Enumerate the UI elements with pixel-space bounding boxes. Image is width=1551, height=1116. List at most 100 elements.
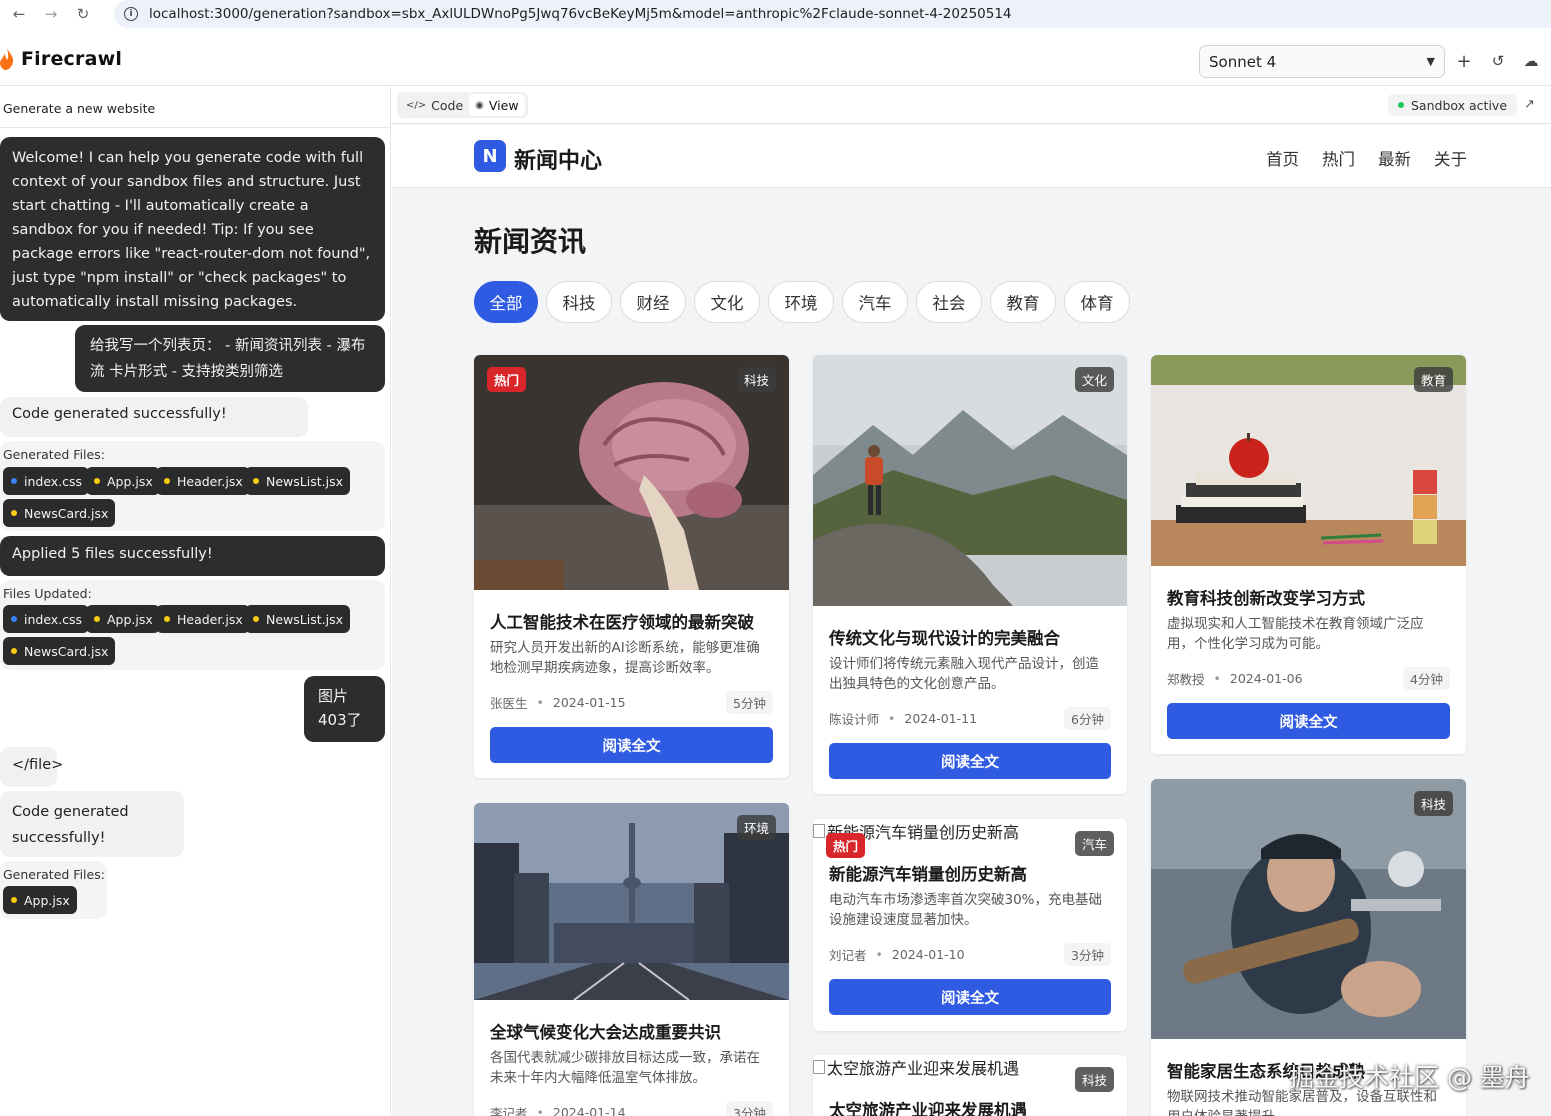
news-card-title[interactable]: 传统文化与现代设计的完美融合 (829, 625, 1060, 649)
browser-toolbar: ← → ↻ i localhost:3000/generation?sandbo… (0, 0, 1551, 28)
file-chip[interactable]: Header.jsx (156, 467, 250, 495)
news-card-title[interactable]: 全球气候变化大会达成重要共识 (490, 1019, 721, 1043)
dot-icon (11, 897, 17, 903)
file-name: index.css (24, 611, 83, 627)
filter-tech[interactable]: 科技 (546, 281, 612, 323)
date: 2024-01-06 (1229, 670, 1303, 686)
author: 张医生 (490, 695, 528, 711)
nav-link-about[interactable]: 关于 (1434, 146, 1467, 170)
site-info-icon[interactable]: i (124, 7, 138, 21)
news-card-summary: 设计师们将传统元素融入现代产品设计，创造出独具特色的文化创意产品。 (829, 656, 1099, 692)
file-chip[interactable]: App.jsx (86, 605, 160, 633)
dot-icon (11, 648, 17, 654)
refresh-icon[interactable]: ↺ (1488, 51, 1508, 71)
read-more-button[interactable]: 阅读全文 (829, 979, 1111, 1015)
filter-society[interactable]: 社会 (916, 281, 982, 323)
file-chip[interactable]: App.jsx (86, 467, 160, 495)
read-more-button[interactable]: 阅读全文 (829, 743, 1111, 779)
site-header: N 新闻中心 首页 热门 最新 关于 (392, 125, 1551, 188)
news-card-meta: 张医生 • 2024-01-15 5分钟 (490, 690, 773, 714)
chevron-down-icon: ▼ (1426, 55, 1435, 68)
nav-link-latest[interactable]: 最新 (1378, 146, 1411, 170)
assistant-welcome-message: Welcome! I can help you generate code wi… (0, 137, 385, 321)
filter-environment[interactable]: 环境 (768, 281, 834, 323)
file-chip[interactable]: NewsCard.jsx (3, 499, 116, 527)
brand-logo[interactable]: N (474, 140, 506, 172)
separator-dot: • (888, 710, 896, 726)
dot-icon (11, 510, 17, 516)
filter-auto[interactable]: 汽车 (842, 281, 908, 323)
forward-arrow-icon[interactable]: → (38, 1, 64, 27)
model-select-value: Sonnet 4 (1209, 52, 1277, 71)
cloud-download-icon[interactable]: ☁ (1521, 51, 1541, 71)
author: 郑教授 (1167, 671, 1205, 687)
model-select[interactable]: Sonnet 4 ▼ (1199, 45, 1445, 78)
address-bar[interactable]: i localhost:3000/generation?sandbox=sbx_… (114, 0, 1551, 28)
news-card[interactable]: 新能源汽车销量创历史新高 热门 汽车 新能源汽车销量创历史新高 电动汽车市场渗透… (813, 819, 1127, 1031)
filter-culture[interactable]: 文化 (694, 281, 760, 323)
generated-files-label: Generated Files: (3, 447, 105, 462)
nav-link-hot[interactable]: 热门 (1322, 146, 1355, 170)
news-card-summary: 研究人员开发出新的AI诊断系统，能够更准确地检测早期疾病迹象，提高诊断效率。 (490, 640, 760, 676)
news-card[interactable]: 文化 传统文化与现代设计的完美融合 设计师们将传统元素融入现代产品设计，创造出独… (813, 355, 1127, 794)
file-chip[interactable]: Header.jsx (156, 605, 250, 633)
news-card-summary: 电动汽车市场渗透率首次突破30%，充电基础设施建设速度显著加快。 (829, 892, 1103, 928)
logo-text: Firecrawl (21, 48, 123, 70)
file-name: NewsList.jsx (266, 473, 343, 489)
file-name: Header.jsx (177, 611, 243, 627)
file-name: Header.jsx (177, 473, 243, 489)
eye-icon: ◉ (475, 99, 484, 111)
file-chip[interactable]: NewsList.jsx (245, 605, 350, 633)
reload-icon[interactable]: ↻ (70, 1, 96, 27)
filter-sports[interactable]: 体育 (1064, 281, 1130, 323)
read-time-badge: 3分钟 (726, 1100, 773, 1116)
hot-badge: 热门 (487, 367, 527, 392)
flame-icon (0, 48, 14, 70)
separator-dot: • (1213, 670, 1221, 686)
separator-dot: • (536, 694, 544, 710)
tab-view[interactable]: ◉ View (469, 94, 525, 116)
files-updated-label: Files Updated: (3, 586, 92, 601)
news-card[interactable]: 教育 教育科技创新改变学习方式 虚拟现实和人工智能技术在教育领域广泛应用，个性化… (1151, 355, 1466, 754)
filter-education[interactable]: 教育 (990, 281, 1056, 323)
plus-icon[interactable]: + (1454, 51, 1474, 72)
file-chip[interactable]: NewsList.jsx (245, 467, 350, 495)
news-card-summary: 虚拟现实和人工智能技术在教育领域广泛应用，个性化学习成为可能。 (1167, 616, 1424, 652)
dot-icon (11, 478, 17, 484)
code-icon: </> (406, 99, 427, 111)
sandbox-status-badge: Sandbox active (1388, 94, 1518, 116)
date: 2024-01-10 (891, 946, 965, 962)
file-name: App.jsx (24, 892, 70, 908)
news-card[interactable]: 太空旅游产业迎来发展机遇 科技 太空旅游产业迎来发展机遇 (813, 1055, 1127, 1116)
app-header: Firecrawl Sonnet 4 ▼ + ↺ ☁ (0, 38, 1551, 86)
read-time-badge: 5分钟 (726, 690, 773, 714)
filter-finance[interactable]: 财经 (620, 281, 686, 323)
news-card-title[interactable]: 太空旅游产业迎来发展机遇 (829, 1097, 1027, 1116)
external-link-icon[interactable]: ↗ (1524, 97, 1535, 112)
date: 2024-01-14 (552, 1104, 626, 1116)
news-card[interactable]: 环境 全球气候变化大会达成重要共识 各国代表就减少碳排放目标达成一致，承诺在未来… (474, 803, 789, 1116)
url-text: localhost:3000/generation?sandbox=sbx_Ax… (149, 6, 1012, 22)
file-name: App.jsx (107, 611, 153, 627)
read-more-button[interactable]: 阅读全文 (1167, 703, 1450, 739)
news-card-title[interactable]: 新能源汽车销量创历史新高 (829, 861, 1027, 885)
tab-code[interactable]: </> Code (400, 94, 469, 116)
author: 刘记者 (829, 947, 867, 963)
file-chip[interactable]: NewsCard.jsx (3, 637, 116, 665)
separator-dot: • (536, 1104, 544, 1116)
news-card-meta: 刘记者 • 2024-01-10 3分钟 (829, 942, 1111, 966)
file-chip[interactable]: index.css (3, 605, 90, 633)
brand-name[interactable]: 新闻中心 (514, 143, 602, 175)
preview-panel: </> Code ◉ View Sandbox active ↗ N 新闻中心 首页… (392, 87, 1551, 1116)
file-chip[interactable]: index.css (3, 467, 90, 495)
news-card-title[interactable]: 教育科技创新改变学习方式 (1167, 585, 1365, 609)
news-card-title[interactable]: 人工智能技术在医疗领域的最新突破 (490, 609, 754, 633)
read-more-button[interactable]: 阅读全文 (490, 727, 773, 763)
file-chip[interactable]: App.jsx (3, 886, 77, 914)
category-badge: 汽车 (1074, 831, 1114, 856)
filter-all[interactable]: 全部 (474, 281, 538, 323)
back-arrow-icon[interactable]: ← (6, 1, 32, 27)
news-card[interactable]: 热门 科技 人工智能技术在医疗领域的最新突破 研究人员开发出新的AI诊断系统，能… (474, 355, 789, 778)
preview-toolbar: </> Code ◉ View Sandbox active ↗ (392, 87, 1551, 124)
nav-link-home[interactable]: 首页 (1266, 146, 1299, 170)
